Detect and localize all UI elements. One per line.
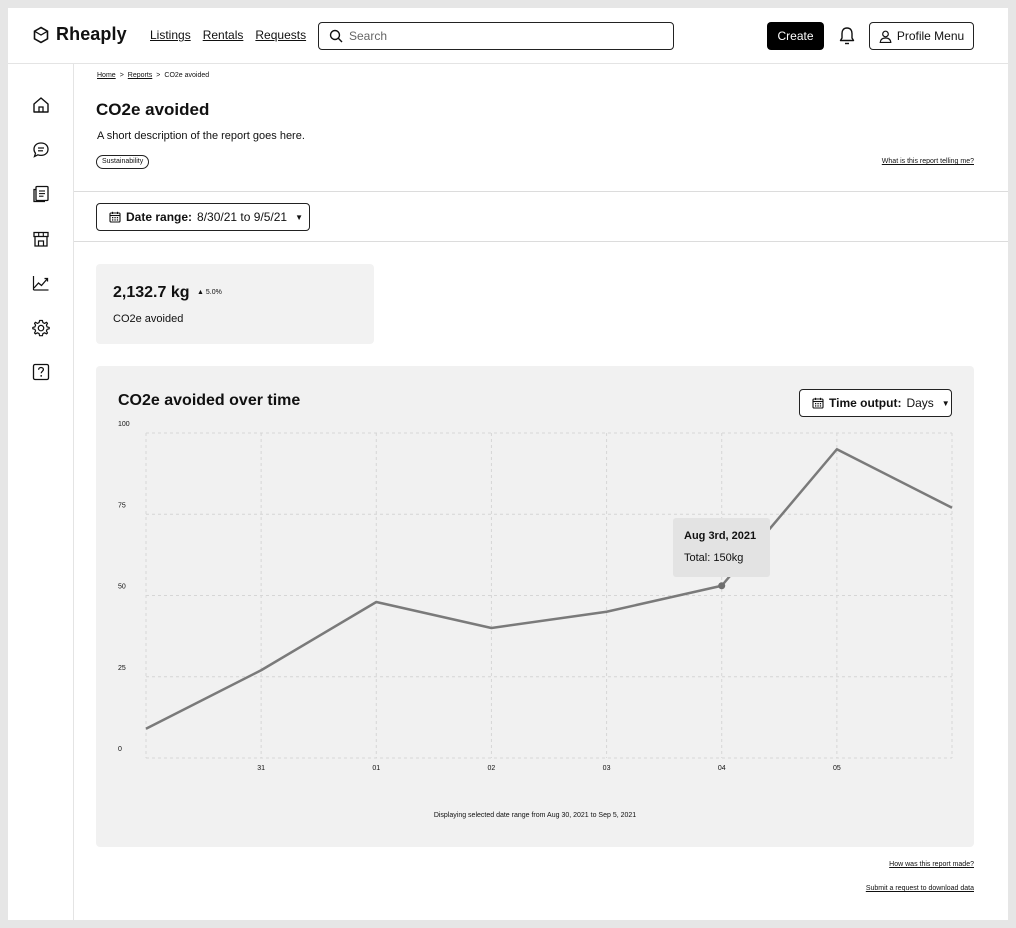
- user-icon: [879, 30, 892, 43]
- store-icon[interactable]: [31, 229, 51, 249]
- how-report-made-link[interactable]: How was this report made?: [889, 861, 974, 868]
- trend-icon[interactable]: [31, 273, 51, 293]
- breadcrumb-current: CO2e avoided: [164, 72, 210, 79]
- divider: [74, 191, 1008, 192]
- tooltip-date: Aug 3rd, 2021: [684, 530, 757, 542]
- nav-link-listings[interactable]: Listings: [150, 28, 191, 42]
- sidebar: [8, 64, 74, 920]
- page-description: A short description of the report goes h…: [97, 130, 305, 142]
- search-input[interactable]: [349, 29, 649, 43]
- brand-name: Rheaply: [56, 24, 127, 44]
- chart-title: CO2e avoided over time: [118, 392, 301, 409]
- search-box[interactable]: [318, 22, 674, 50]
- y-tick-label: 100: [118, 421, 130, 428]
- date-range-button[interactable]: Date range: 8/30/21 to 9/5/21 ▼: [96, 203, 310, 231]
- x-tick-label: 02: [488, 765, 496, 772]
- breadcrumb: Home > Reports > CO2e avoided: [97, 72, 209, 79]
- gear-icon[interactable]: [31, 318, 51, 338]
- tooltip-total: Total: 150kg: [684, 552, 744, 564]
- divider: [74, 241, 1008, 242]
- report-help-link[interactable]: What is this report telling me?: [882, 158, 974, 165]
- breadcrumb-separator: >: [156, 72, 161, 79]
- breadcrumb-separator: >: [119, 72, 124, 79]
- x-tick-label: 03: [603, 765, 611, 772]
- logo-icon: [33, 26, 49, 43]
- breadcrumb-home[interactable]: Home: [97, 72, 116, 79]
- chart-tooltip: Aug 3rd, 2021 Total: 150kg: [673, 518, 770, 577]
- top-nav: Rheaply Listings Rentals Requests Create…: [8, 8, 1008, 64]
- date-range-label: Date range:: [126, 210, 193, 224]
- chart-caption: Displaying selected date range from Aug …: [433, 812, 637, 819]
- page-title: CO2e avoided: [96, 100, 210, 119]
- calendar-icon: [109, 211, 121, 223]
- y-tick-label: 25: [118, 665, 126, 672]
- time-output-value: Days: [906, 396, 934, 410]
- x-tick-label: 05: [833, 765, 841, 772]
- y-tick-label: 0: [118, 746, 122, 753]
- kpi-card: 2,132.7 kg ▲ 5.0% CO2e avoided: [96, 264, 374, 344]
- kpi-delta: ▲ 5.0%: [197, 289, 222, 296]
- nav-link-requests[interactable]: Requests: [255, 28, 306, 42]
- time-output-label: Time output:: [829, 396, 902, 410]
- logo[interactable]: Rheaply: [32, 24, 127, 45]
- search-icon: [329, 29, 343, 43]
- y-tick-label: 50: [118, 584, 126, 591]
- calendar-icon: [812, 397, 824, 409]
- x-tick-label: 31: [257, 765, 265, 772]
- chart-panel: 0 25 50 75 100 31 01 02 03 04 05 CO2e avoided over…: [96, 366, 974, 847]
- x-tick-label: 04: [718, 765, 726, 772]
- app-frame: Rheaply Listings Rentals Requests Create…: [8, 8, 1008, 920]
- caret-down-icon: ▼: [295, 212, 304, 222]
- caret-down-icon: ▼: [941, 398, 950, 408]
- category-tag[interactable]: Sustainability: [96, 155, 150, 169]
- kpi-value: 2,132.7 kg: [113, 284, 190, 301]
- line-chart: 0 25 50 75 100 31 01 02 03 04 05: [118, 421, 953, 772]
- home-icon[interactable]: [31, 95, 51, 115]
- kpi-label: CO2e avoided: [113, 313, 184, 325]
- download-data-link[interactable]: Submit a request to download data: [866, 885, 974, 892]
- series-line: [145, 448, 953, 730]
- time-output-button[interactable]: Time output: Days ▼: [799, 389, 952, 417]
- profile-menu-button[interactable]: Profile Menu: [869, 22, 974, 50]
- document-icon[interactable]: [31, 184, 51, 204]
- data-point: [718, 582, 726, 590]
- nav-links: Listings Rentals Requests: [150, 28, 306, 42]
- chat-icon[interactable]: [31, 140, 51, 160]
- x-tick-label: 01: [372, 765, 380, 772]
- nav-link-rentals[interactable]: Rentals: [203, 28, 244, 42]
- help-icon[interactable]: [31, 362, 51, 382]
- create-button[interactable]: Create: [767, 22, 824, 50]
- date-range-value: 8/30/21 to 9/5/21: [197, 210, 288, 224]
- bell-icon[interactable]: [838, 26, 856, 46]
- profile-menu-label: Profile Menu: [896, 29, 965, 43]
- breadcrumb-reports[interactable]: Reports: [128, 72, 153, 79]
- y-tick-label: 75: [118, 502, 126, 509]
